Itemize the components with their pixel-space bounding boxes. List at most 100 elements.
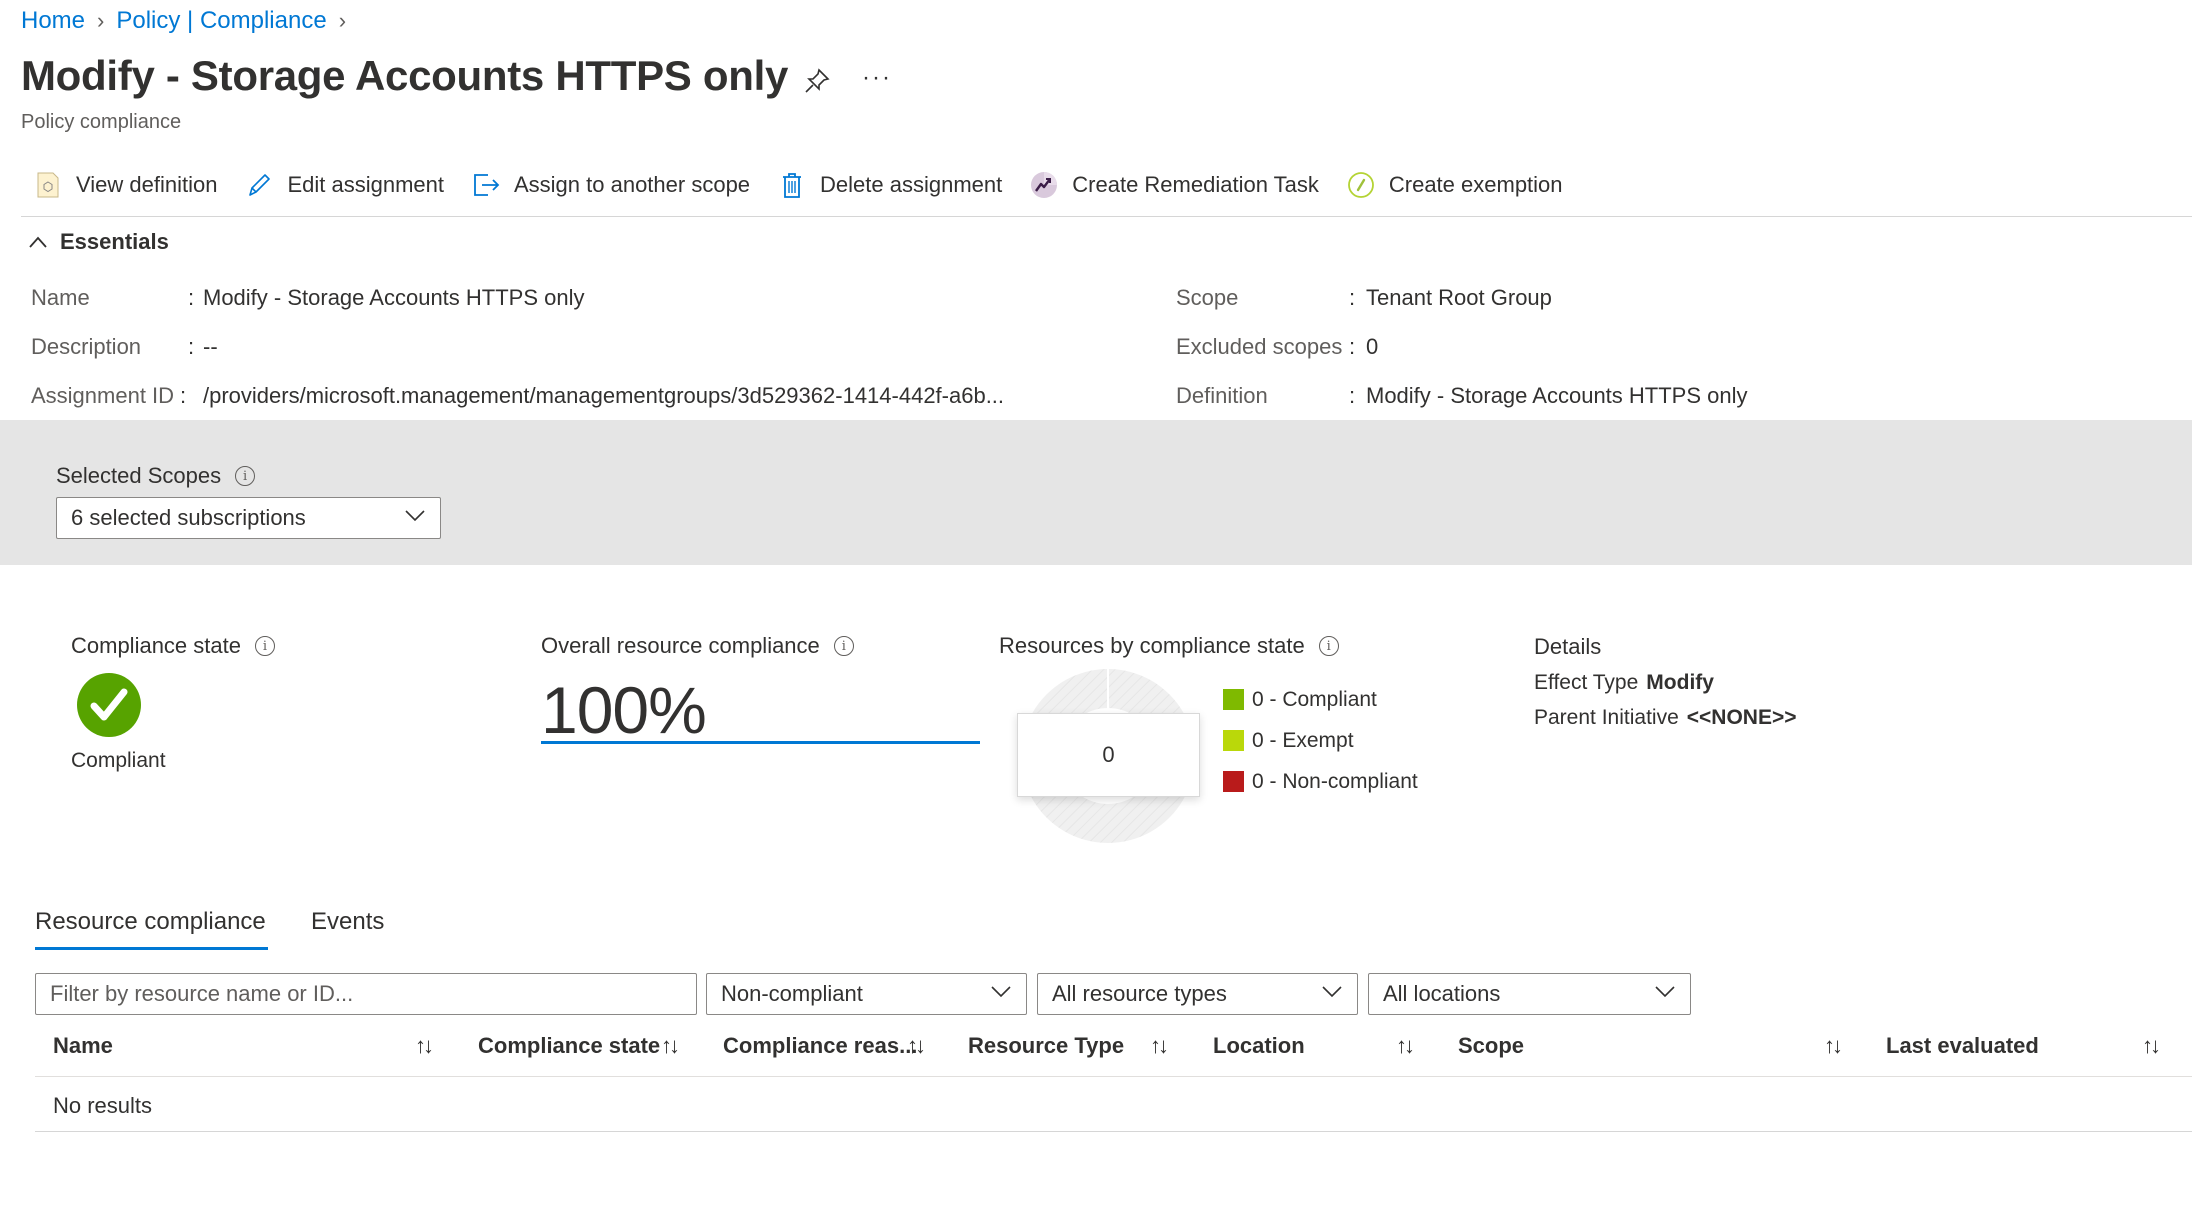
view-definition-button[interactable]: View definition xyxy=(34,171,217,199)
create-exemption-label: Create exemption xyxy=(1388,172,1563,197)
chart-tooltip: 0 xyxy=(1017,713,1200,797)
essentials-scope-value: Tenant Root Group xyxy=(1366,285,1552,310)
column-header-compliance-reason[interactable]: Compliance reas... xyxy=(723,1033,917,1059)
sort-icon[interactable]: ↑↓ xyxy=(1150,1033,1169,1059)
essentials-definition-value: Modify - Storage Accounts HTTPS only xyxy=(1366,383,1748,408)
parent-initiative-row: Parent Initiative <<NONE>> xyxy=(1534,706,1796,730)
column-header-resource-type[interactable]: Resource Type xyxy=(968,1033,1124,1059)
location-filter-dropdown[interactable]: All locations xyxy=(1368,973,1691,1015)
essentials-toggle[interactable]: Essentials xyxy=(28,229,169,255)
chevron-down-icon xyxy=(1321,980,1343,1008)
essentials-colon: : xyxy=(180,383,187,408)
effect-type-value: Modify xyxy=(1646,671,1714,694)
pencil-icon xyxy=(245,171,273,199)
compliance-state-filter-dropdown[interactable]: Non-compliant xyxy=(706,973,1027,1015)
command-bar: View definition Edit assignment Assign t… xyxy=(34,168,1591,202)
sort-icon[interactable]: ↑↓ xyxy=(415,1033,434,1059)
essentials-name-value: Modify - Storage Accounts HTTPS only xyxy=(203,285,585,310)
column-header-location[interactable]: Location xyxy=(1213,1033,1305,1059)
legend-label: 0 - Non-compliant xyxy=(1252,769,1418,793)
compliance-state-value: Compliant xyxy=(71,749,166,772)
essentials-colon: : xyxy=(1349,383,1356,408)
selected-scopes-value: 6 selected subscriptions xyxy=(71,505,306,530)
compliant-check-icon xyxy=(77,673,141,737)
legend-swatch-non-compliant xyxy=(1223,771,1244,792)
legend-item-non-compliant[interactable]: 0 - Non-compliant xyxy=(1223,761,1418,802)
essentials-colon: : xyxy=(188,285,195,310)
table-bottom-divider xyxy=(35,1131,2192,1132)
assign-arrow-icon xyxy=(472,171,500,199)
active-tab-indicator xyxy=(35,947,268,950)
overall-compliance-title: Overall resource compliance xyxy=(541,633,820,658)
effect-type-label: Effect Type xyxy=(1534,671,1639,694)
info-icon[interactable]: i xyxy=(254,636,275,656)
breadcrumb-policy-compliance[interactable]: Policy | Compliance xyxy=(116,7,326,35)
essentials-assignment-id-label: Assignment ID xyxy=(31,383,175,408)
compliance-state-label: Compliance state i xyxy=(71,633,275,659)
selected-scopes-dropdown[interactable]: 6 selected subscriptions xyxy=(56,497,441,539)
assign-to-another-scope-button[interactable]: Assign to another scope xyxy=(472,171,750,199)
legend-item-exempt[interactable]: 0 - Exempt xyxy=(1223,720,1418,761)
breadcrumb-home[interactable]: Home xyxy=(21,7,85,35)
info-icon[interactable]: i xyxy=(235,466,256,486)
table-header-divider xyxy=(35,1076,2192,1077)
overall-compliance-label: Overall resource compliance i xyxy=(541,633,854,659)
essentials-excluded-scopes-value: 0 xyxy=(1366,334,1379,359)
exemption-icon xyxy=(1347,171,1375,199)
sort-icon[interactable]: ↑↓ xyxy=(1396,1033,1415,1059)
chevron-down-icon xyxy=(1654,980,1676,1008)
essentials-colon: : xyxy=(188,334,195,359)
create-exemption-button[interactable]: Create exemption xyxy=(1347,171,1563,199)
essentials-definition-label: Definition xyxy=(1176,383,1268,408)
sort-icon[interactable]: ↑↓ xyxy=(1824,1033,1843,1059)
essentials-colon: : xyxy=(1349,285,1356,310)
tab-events[interactable]: Events xyxy=(311,908,384,936)
tab-resource-compliance[interactable]: Resource compliance xyxy=(35,908,266,936)
page-subtitle: Policy compliance xyxy=(21,111,182,133)
column-header-scope[interactable]: Scope xyxy=(1458,1033,1524,1059)
sort-icon[interactable]: ↑↓ xyxy=(907,1033,926,1059)
chevron-right-icon: › xyxy=(97,8,105,33)
compliance-state-filter-value: Non-compliant xyxy=(721,981,863,1006)
table-empty-message: No results xyxy=(53,1093,153,1118)
resource-type-filter-value: All resource types xyxy=(1052,981,1227,1006)
parent-initiative-label: Parent Initiative xyxy=(1534,706,1679,729)
location-filter-value: All locations xyxy=(1383,981,1501,1006)
more-options-icon[interactable]: ··· xyxy=(862,64,892,92)
compliance-state-title: Compliance state xyxy=(71,633,241,658)
delete-assignment-label: Delete assignment xyxy=(820,172,1003,197)
details-title: Details xyxy=(1534,634,1602,659)
resource-filter-input[interactable] xyxy=(35,973,697,1015)
overall-compliance-bar xyxy=(541,741,980,744)
create-remediation-task-label: Create Remediation Task xyxy=(1072,172,1319,197)
edit-assignment-button[interactable]: Edit assignment xyxy=(245,171,444,199)
legend-swatch-exempt xyxy=(1223,730,1244,751)
trash-icon xyxy=(778,171,806,199)
sort-icon[interactable]: ↑↓ xyxy=(661,1033,680,1059)
essentials-description-label: Description xyxy=(31,334,142,359)
column-header-name[interactable]: Name xyxy=(53,1033,113,1059)
column-header-last-evaluated[interactable]: Last evaluated xyxy=(1886,1033,2039,1059)
legend-label: 0 - Exempt xyxy=(1252,728,1354,752)
legend-label: 0 - Compliant xyxy=(1252,687,1377,711)
scope-selector-panel xyxy=(0,420,2192,565)
resource-type-filter-dropdown[interactable]: All resource types xyxy=(1037,973,1358,1015)
parent-initiative-value: <<NONE>> xyxy=(1686,706,1797,729)
info-icon[interactable]: i xyxy=(1318,636,1339,656)
delete-assignment-button[interactable]: Delete assignment xyxy=(778,171,1002,199)
pin-icon[interactable] xyxy=(802,66,832,96)
chevron-up-icon xyxy=(28,229,48,255)
essentials-title: Essentials xyxy=(60,229,169,254)
legend-item-compliant[interactable]: 0 - Compliant xyxy=(1223,679,1418,720)
info-icon[interactable]: i xyxy=(833,636,854,656)
document-icon xyxy=(34,171,62,199)
edit-assignment-label: Edit assignment xyxy=(287,172,444,197)
overall-compliance-value: 100% xyxy=(541,673,707,747)
chevron-down-icon xyxy=(404,504,426,532)
create-remediation-task-button[interactable]: Create Remediation Task xyxy=(1030,171,1319,199)
selected-scopes-text: Selected Scopes xyxy=(56,463,222,488)
remediation-icon xyxy=(1030,171,1058,199)
sort-icon[interactable]: ↑↓ xyxy=(2142,1033,2161,1059)
column-header-compliance-state[interactable]: Compliance state xyxy=(478,1033,660,1059)
view-definition-label: View definition xyxy=(76,172,218,197)
